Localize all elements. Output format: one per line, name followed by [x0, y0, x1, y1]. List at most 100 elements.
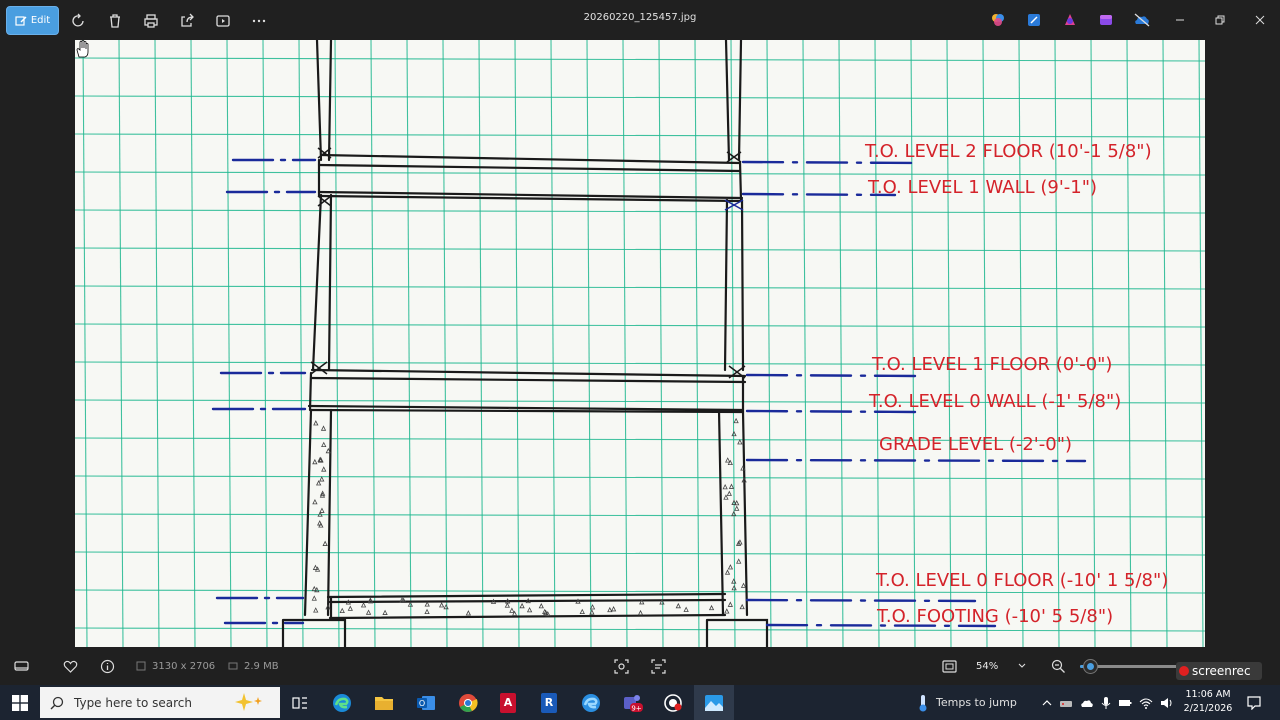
note-footing: T.O. FOOTING (-10' 5 5/8") [876, 606, 1113, 627]
outlook-app[interactable]: O [406, 685, 446, 720]
concrete-aggregate [347, 605, 353, 611]
text-scan-icon [651, 658, 666, 674]
zoom-slider-thumb[interactable] [1084, 660, 1097, 673]
chevron-up-icon[interactable] [1042, 699, 1052, 707]
grid-line-vertical [1198, 40, 1204, 647]
svg-text:O: O [419, 699, 425, 708]
info-button[interactable] [100, 647, 115, 685]
file-explorer-app[interactable] [364, 685, 404, 720]
designer-button[interactable] [1016, 0, 1052, 40]
note-level0-wall: T.O. LEVEL 0 WALL (-1' 5/8") [868, 391, 1121, 412]
onedrive-icon[interactable] [1080, 697, 1094, 709]
note-grade-level: GRADE LEVEL (-2'-0") [879, 434, 1072, 455]
concrete-aggregate [538, 603, 544, 609]
grid-line-vertical [1126, 40, 1132, 647]
grid-line-vertical [730, 40, 736, 647]
level-line [745, 373, 917, 378]
clock[interactable]: 11:06 AM 2/21/2026 [1180, 688, 1236, 716]
svg-text:A: A [504, 696, 513, 709]
concrete-aggregate [727, 564, 734, 570]
concrete-aggregate [733, 417, 739, 424]
clipchamp-button[interactable] [1088, 0, 1124, 40]
grid-line-vertical [1054, 40, 1060, 647]
grid-line-vertical [190, 40, 196, 647]
image-canvas[interactable]: T.O. LEVEL 2 FLOOR (10'-1 5/8") T.O. LEVE… [75, 40, 1205, 647]
fit-to-window-button[interactable] [942, 647, 957, 685]
title-bar-right [980, 0, 1280, 40]
grid-line-vertical [874, 40, 880, 647]
fit-window-icon [942, 659, 957, 673]
chrome-app[interactable] [448, 685, 488, 720]
onedrive-button[interactable] [1124, 0, 1160, 40]
zoom-level: 54% [976, 660, 999, 672]
grid-line-vertical [694, 40, 700, 647]
screenrec-label: screenrec [1192, 664, 1251, 678]
speaker-icon[interactable] [1160, 697, 1174, 709]
title-bar: Edit 20260220_125457.jpg [0, 0, 1280, 40]
notification-icon [1247, 695, 1261, 710]
concrete-aggregate [319, 507, 325, 513]
revit-app[interactable]: R [529, 685, 569, 720]
grid-line-horizontal [75, 133, 1205, 138]
grid-line-vertical [910, 40, 916, 647]
edge-beta-app[interactable] [571, 685, 611, 720]
grid-line-horizontal [75, 285, 1205, 290]
concrete-aggregate [312, 458, 318, 465]
concrete-aggregate [320, 425, 327, 431]
screen-recorder-app[interactable] [653, 685, 693, 720]
concrete-aggregate [339, 607, 345, 613]
concrete-aggregate [313, 607, 319, 613]
start-button[interactable] [0, 685, 40, 720]
notifications-button[interactable] [1236, 685, 1272, 720]
clipchamp-icon [1100, 15, 1112, 25]
concrete-aggregate [675, 602, 681, 609]
grid-line-horizontal [75, 209, 1205, 214]
text-scan-button[interactable] [651, 647, 666, 685]
concrete-aggregate [424, 608, 430, 615]
concrete-aggregate [465, 610, 472, 616]
svg-text:R: R [545, 696, 554, 709]
crop-button[interactable] [614, 647, 629, 685]
maximize-button[interactable] [1200, 0, 1240, 40]
favorite-button[interactable] [63, 647, 78, 685]
onedrive-sync-icon [1134, 13, 1150, 27]
photos-app[interactable] [694, 685, 734, 720]
paint-button[interactable] [1052, 0, 1088, 40]
battery-icon[interactable] [1118, 698, 1132, 708]
teams-app[interactable]: 9+ [612, 685, 652, 720]
zoom-slider[interactable] [1080, 660, 1180, 673]
clock-time: 11:06 AM [1185, 689, 1231, 700]
concrete-aggregate [315, 480, 322, 486]
task-view-button[interactable] [280, 685, 320, 720]
heart-icon [63, 660, 78, 673]
taskbar-search[interactable]: Type here to search [40, 687, 280, 718]
close-button[interactable] [1240, 0, 1280, 40]
grid-line-vertical [514, 40, 520, 647]
minimize-icon [1176, 19, 1184, 21]
grid-line-vertical [658, 40, 664, 647]
storage-icon [228, 662, 238, 670]
minimize-button[interactable] [1160, 0, 1200, 40]
edge-app[interactable] [322, 685, 362, 720]
microphone-icon[interactable] [1101, 696, 1111, 710]
weather-widget[interactable]: Temps to jump [918, 685, 1017, 720]
grid-line-vertical [406, 40, 412, 647]
autocad-app[interactable]: A [488, 685, 528, 720]
concrete-aggregate [319, 476, 325, 482]
concrete-aggregate [708, 604, 715, 611]
recorder-icon [664, 693, 682, 712]
zoom-out-button[interactable] [1051, 647, 1066, 685]
concrete-aggregate [728, 483, 735, 489]
designer-icon [1028, 14, 1040, 26]
filmstrip-button[interactable] [14, 647, 29, 685]
concrete-aggregate [736, 558, 742, 564]
network-drive-icon[interactable] [1059, 697, 1073, 709]
filmstrip-icon [14, 660, 29, 671]
note-level2-floor: T.O. LEVEL 2 FLOOR (10'-1 5/8") [864, 141, 1152, 162]
system-tray [1042, 685, 1174, 720]
concrete-aggregate [579, 608, 585, 615]
zoom-dropdown[interactable]: 54% [966, 655, 1038, 677]
copilot-button[interactable] [980, 0, 1016, 40]
search-placeholder: Type here to search [74, 695, 192, 710]
wifi-icon[interactable] [1139, 697, 1153, 709]
